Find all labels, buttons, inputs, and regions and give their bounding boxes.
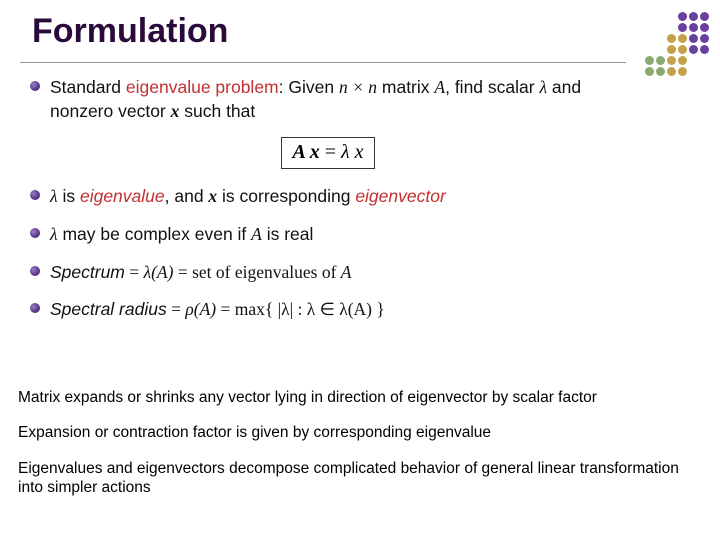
bullet-4: Spectrum = λ(A) = set of eigenvalues of … [28,261,628,285]
text: = set of eigenvalues of [173,262,340,282]
math-nxn: n × n [339,77,377,97]
text: , and [165,186,209,206]
text: : Given [279,77,339,97]
math-lambda-A: λ(A) [144,262,174,282]
math-A: A [434,77,445,97]
eq-rhs: λ x [341,141,364,163]
term-eigenvalue-problem: eigenvalue problem [126,77,279,97]
slide-title: Formulation [32,12,228,51]
bullet-1: Standard eigenvalue problem: Given n × n… [28,76,628,123]
eq-lhs: A x [292,141,319,163]
text: matrix [377,77,434,97]
equation-row: A x = λ x [28,137,628,169]
decorative-dot-grid [645,12,710,77]
bullet-5: Spectral radius = ρ(A) = max{ |λ| : λ ∈ … [28,298,628,322]
math-lambda: λ [50,224,58,244]
slide: Formulation Standard eigenvalue problem:… [0,0,720,540]
content-area: Standard eigenvalue problem: Given n × n… [28,76,628,336]
term-spectrum: Spectrum [50,262,125,282]
math-lambda: λ [50,186,58,206]
note-1: Matrix expands or shrinks any vector lyi… [18,388,698,407]
eq-equals: = [320,141,341,163]
math-lambda: λ [539,77,547,97]
term-spectral-radius: Spectral radius [50,299,167,319]
text: = [125,262,144,282]
note-2: Expansion or contraction factor is given… [18,423,698,442]
math-A: A [251,224,262,244]
term-eigenvalue: eigenvalue [80,186,165,206]
math-A: A [341,262,352,282]
text: is real [262,224,314,244]
bullet-2: λ is eigenvalue, and x is corresponding … [28,185,628,209]
bullet-list: Standard eigenvalue problem: Given n × n… [28,76,628,123]
text: is [58,186,80,206]
title-divider [20,62,626,63]
note-3: Eigenvalues and eigenvectors decompose c… [18,459,698,498]
text: Standard [50,77,126,97]
math-max-set: = max{ |λ| : λ ∈ λ(A) } [216,299,385,319]
bullet-3: λ may be complex even if A is real [28,223,628,247]
term-eigenvector: eigenvector [355,186,445,206]
text: = [167,299,186,319]
equation-box: A x = λ x [281,137,374,169]
text: may be complex even if [58,224,252,244]
math-rho-A: ρ(A) [185,299,216,319]
text: is corresponding [217,186,355,206]
math-x: x [208,186,217,206]
text: such that [179,101,255,121]
bullet-list-2: λ is eigenvalue, and x is corresponding … [28,185,628,322]
text: , find scalar [445,77,539,97]
bottom-notes: Matrix expands or shrinks any vector lyi… [18,388,698,514]
